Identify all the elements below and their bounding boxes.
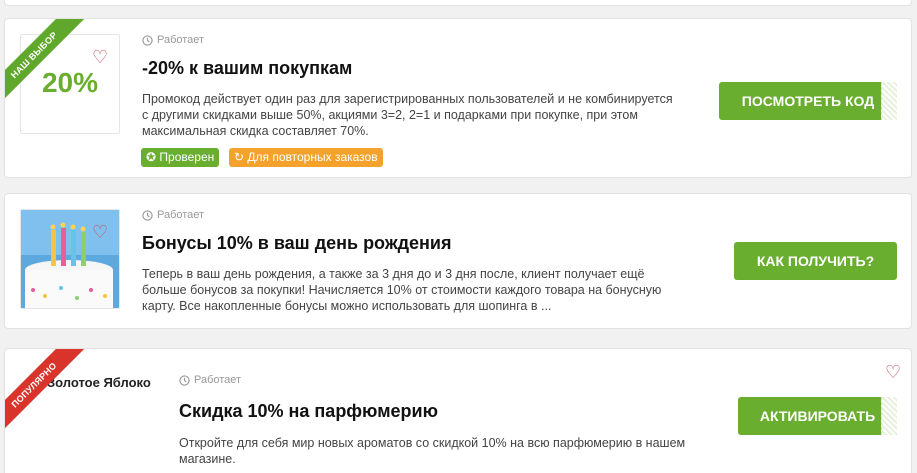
status-indicator: Работает bbox=[142, 34, 204, 46]
coupon-card-3: ПОПУЛЯРНО Золотое Яблоко ♡ Работает Скид… bbox=[4, 348, 912, 473]
status-text: Работает bbox=[194, 374, 242, 386]
coupon-card-1: НАШ ВЫБОР 20% ♡ Работает -20% к вашим по… bbox=[4, 18, 912, 178]
heart-icon[interactable]: ♡ bbox=[92, 223, 108, 241]
coupon-title[interactable]: Скидка 10% на парфюмерию bbox=[179, 401, 438, 422]
status-indicator: Работает bbox=[142, 209, 204, 221]
ribbon-popular: ПОПУЛЯРНО bbox=[5, 349, 88, 439]
show-code-button[interactable]: ПОСМОТРЕТЬ КОД bbox=[719, 82, 897, 120]
coupon-description: Откройте для себя мир новых ароматов со … bbox=[179, 436, 686, 466]
status-text: Работает bbox=[157, 209, 205, 221]
status-text: Работает bbox=[157, 34, 205, 46]
verified-badge: ✪ Проверен bbox=[141, 148, 220, 167]
button-peel-edge bbox=[881, 82, 897, 120]
clock-icon bbox=[142, 209, 153, 221]
activate-button[interactable]: АКТИВИРОВАТЬ bbox=[738, 397, 897, 435]
button-peel-edge bbox=[881, 397, 897, 435]
brand-logo: Золотое Яблоко bbox=[47, 375, 151, 390]
coupon-description: Теперь в ваш день рождения, а также за 3… bbox=[142, 267, 662, 313]
birthday-cake-image: ♡ bbox=[20, 209, 120, 309]
coupon-title[interactable]: -20% к вашим покупкам bbox=[142, 58, 352, 79]
how-to-get-button[interactable]: КАК ПОЛУЧИТЬ? bbox=[734, 242, 897, 280]
clock-icon bbox=[179, 374, 190, 386]
coupon-card-2: ♡ Работает Бонусы 10% в ваш день рождени… bbox=[4, 193, 912, 329]
refresh-icon: ↻ bbox=[234, 150, 245, 164]
heart-icon[interactable]: ♡ bbox=[885, 363, 901, 381]
previous-card-edge bbox=[4, 0, 912, 6]
coupon-description: Промокод действует один раз для зарегист… bbox=[142, 92, 673, 138]
status-indicator: Работает bbox=[179, 374, 241, 386]
discount-value: 20% bbox=[41, 67, 99, 98]
heart-icon[interactable]: ♡ bbox=[92, 48, 108, 66]
clock-icon bbox=[142, 34, 153, 46]
repeat-orders-badge: ↻ Для повторных заказов bbox=[229, 148, 383, 167]
check-circle-icon: ✪ bbox=[146, 150, 157, 164]
coupon-title[interactable]: Бонусы 10% в ваш день рождения bbox=[142, 233, 451, 254]
